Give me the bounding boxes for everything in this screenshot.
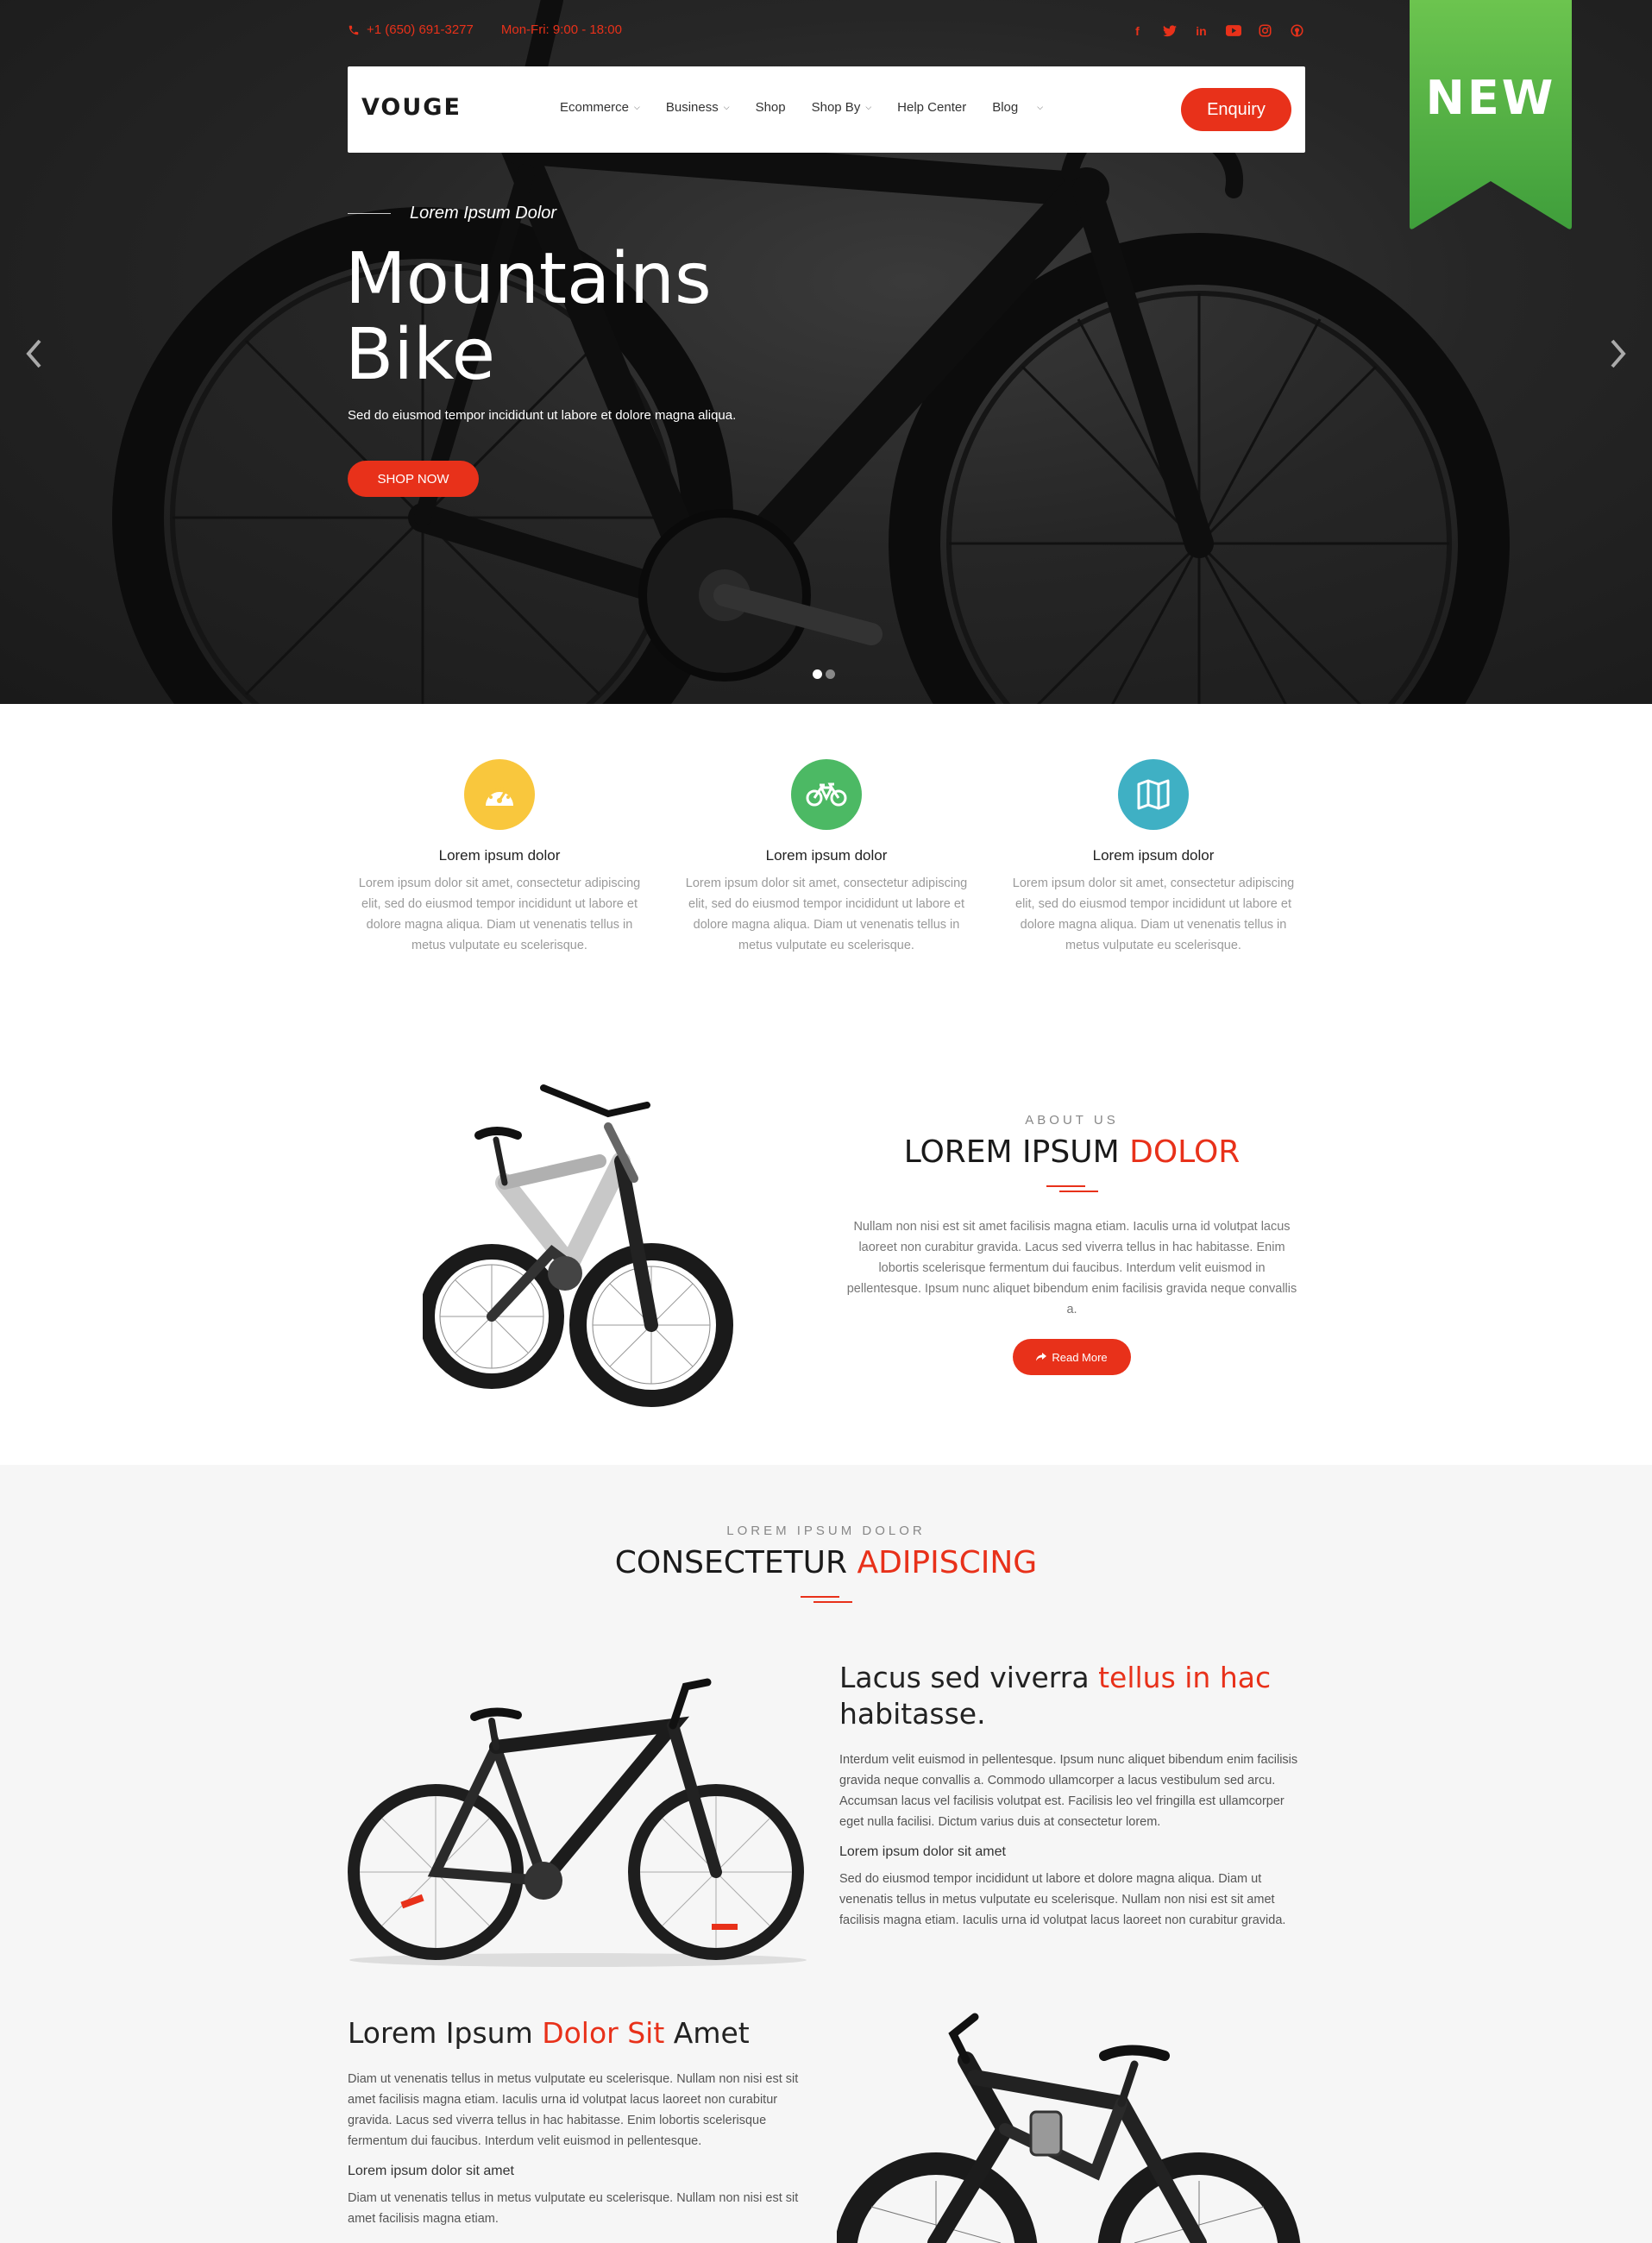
feature-text: Lorem ipsum dolor sit amet, consectetur …	[685, 876, 968, 952]
ribbon-label: NEW	[1425, 71, 1556, 125]
feature-title: Lorem ipsum dolor	[1092, 847, 1215, 864]
instagram-icon[interactable]	[1257, 22, 1273, 39]
product-2-title-a: Lorem Ipsum	[348, 2016, 543, 2050]
chevron-right-icon	[1611, 339, 1626, 368]
about-bike-image	[423, 1084, 733, 1407]
slider-next-arrow[interactable]	[1605, 336, 1631, 371]
about-section: ABOUT US LOREM IPSUM DOLOR Nullam non ni…	[841, 1113, 1303, 1375]
contact-info: +1 (650) 691-3277 Mon-Fri: 9:00 - 18:00	[348, 22, 622, 37]
product-1-title-accent: tellus in hac	[1098, 1661, 1272, 1694]
phone[interactable]: +1 (650) 691-3277	[348, 22, 474, 37]
feature-card: Lorem ipsum dolor Lorem ipsum dolor sit …	[1002, 759, 1305, 956]
topbar: +1 (650) 691-3277 Mon-Fri: 9:00 - 18:00 …	[348, 22, 1305, 41]
phone-number: +1 (650) 691-3277	[367, 22, 474, 37]
features-row: Lorem ipsum dolor Lorem ipsum dolor sit …	[348, 759, 1305, 956]
nav-menu: Ecommerce ⌵ Business ⌵ Shop Shop By ⌵ Help …	[560, 100, 1043, 115]
slider-dot-1[interactable]	[813, 669, 822, 679]
slider-dot-2[interactable]	[826, 669, 835, 679]
product-1-title: Lacus sed viverra tellus in hac habitasse…	[839, 1660, 1305, 1732]
feature-text: Lorem ipsum dolor sit amet, consectetur …	[1012, 876, 1295, 952]
read-more-label: Read More	[1052, 1350, 1108, 1364]
slider-pagination	[813, 669, 835, 679]
hero-subtitle-line	[348, 213, 391, 214]
about-eyebrow: ABOUT US	[1025, 1113, 1119, 1128]
nav-item-label: Business	[665, 100, 719, 115]
hero-subtitle: Lorem Ipsum Dolor	[348, 204, 556, 223]
hero-title: Mountains Bike	[345, 238, 712, 396]
products-section: LOREM IPSUM DOLOR CONSECTETUR ADIPISCING	[0, 1465, 1652, 2243]
feature-card: Lorem ipsum dolor Lorem ipsum dolor sit …	[348, 759, 651, 956]
slider-prev-arrow[interactable]	[21, 336, 47, 371]
map-icon	[1118, 759, 1189, 830]
product-2-title-accent: Dolor Sit	[542, 2016, 665, 2050]
about-title-main: LOREM IPSUM	[903, 1134, 1120, 1170]
social-links: f in	[1129, 22, 1305, 39]
feature-text: Lorem ipsum dolor sit amet, consectetur …	[358, 876, 641, 952]
product-1-subheading: Lorem ipsum dolor sit amet	[839, 1844, 1006, 1859]
product-1-text: Interdum velit euismod in pellentesque. …	[839, 1753, 1298, 1829]
feature-title: Lorem ipsum dolor	[438, 847, 561, 864]
hero-slider: +1 (650) 691-3277 Mon-Fri: 9:00 - 18:00 …	[0, 0, 1652, 704]
product-2-subheading: Lorem ipsum dolor sit amet	[348, 2164, 514, 2178]
chevron-left-icon	[26, 339, 41, 368]
chevron-down-icon: ⌵	[1037, 103, 1044, 111]
feature-title: Lorem ipsum dolor	[765, 847, 888, 864]
main-navbar: VOUGE Ecommerce ⌵ Business ⌵ Shop Shop By ⌵…	[348, 66, 1305, 153]
products-header: LOREM IPSUM DOLOR CONSECTETUR ADIPISCING	[0, 1524, 1652, 1603]
youtube-icon[interactable]	[1225, 22, 1241, 39]
business-hours: Mon-Fri: 9:00 - 18:00	[500, 22, 622, 37]
speedometer-icon	[464, 759, 535, 830]
product-2-text: Diam ut venenatis tellus in metus vulput…	[348, 2072, 799, 2148]
chevron-down-icon: ⌵	[723, 103, 730, 111]
linkedin-icon[interactable]: in	[1193, 22, 1209, 39]
nav-item-shop-by[interactable]: Shop By ⌵	[812, 100, 872, 115]
about-title: LOREM IPSUM DOLOR	[841, 1134, 1303, 1170]
bicycle-icon	[791, 759, 862, 830]
product-2-text-2: Diam ut venenatis tellus in metus vulput…	[348, 2191, 799, 2226]
nav-item-label: Help Center	[897, 100, 967, 115]
nav-item-label: Blog	[992, 100, 1019, 115]
feature-card: Lorem ipsum dolor Lorem ipsum dolor sit …	[675, 759, 978, 956]
twitter-icon[interactable]	[1161, 22, 1178, 39]
nav-item-label: Shop	[755, 100, 786, 115]
new-ribbon: NEW	[1406, 0, 1575, 233]
title-divider	[800, 1596, 852, 1603]
product-item-1: Lacus sed viverra tellus in hac habitasse…	[839, 1660, 1305, 1931]
nav-item-shop[interactable]: Shop	[756, 100, 786, 115]
facebook-icon[interactable]: f	[1129, 22, 1146, 39]
nav-item-blog[interactable]: Blog ⌵	[992, 100, 1043, 115]
github-icon[interactable]	[1289, 22, 1305, 39]
product-1-title-b: habitasse.	[839, 1697, 986, 1731]
product-2-title-b: Amet	[664, 2016, 750, 2050]
hero-description: Sed do eiusmod tempor incididunt ut labo…	[348, 408, 737, 423]
nav-item-label: Shop By	[811, 100, 861, 115]
nav-item-help-center[interactable]: Help Center	[897, 100, 966, 115]
phone-icon	[349, 25, 359, 35]
shop-now-button[interactable]: SHOP NOW	[348, 461, 479, 497]
product-2-title: Lorem Ipsum Dolor Sit Amet	[348, 2015, 813, 2051]
products-title-main: CONSECTETUR	[614, 1545, 848, 1580]
share-arrow-icon	[1036, 1353, 1047, 1361]
about-text: Nullam non nisi est sit amet facilisis m…	[846, 1220, 1297, 1316]
about-title-accent: DOLOR	[1129, 1134, 1241, 1170]
products-title-accent: ADIPISCING	[857, 1545, 1038, 1580]
product-bike-image-1	[348, 1678, 807, 1967]
chevron-down-icon: ⌵	[865, 103, 872, 111]
site-logo[interactable]: VOUGE	[361, 94, 462, 121]
chevron-down-icon: ⌵	[634, 103, 640, 111]
nav-item-label: Ecommerce	[560, 100, 630, 115]
read-more-button[interactable]: Read More	[1013, 1339, 1131, 1375]
product-1-text-2: Sed do eiusmod tempor incididunt ut labo…	[839, 1872, 1286, 1927]
product-item-2: Lorem Ipsum Dolor Sit Amet Diam ut venen…	[348, 2015, 813, 2229]
nav-item-ecommerce[interactable]: Ecommerce ⌵	[560, 100, 640, 115]
nav-item-business[interactable]: Business ⌵	[666, 100, 730, 115]
products-title: CONSECTETUR ADIPISCING	[0, 1545, 1652, 1580]
products-eyebrow: LOREM IPSUM DOLOR	[726, 1524, 926, 1538]
product-1-title-a: Lacus sed viverra	[839, 1661, 1099, 1694]
product-bike-image-2	[837, 2013, 1301, 2243]
hero-subtitle-text: Lorem Ipsum Dolor	[410, 204, 557, 223]
enquiry-button[interactable]: Enquiry	[1181, 88, 1291, 131]
title-divider	[1046, 1185, 1098, 1192]
